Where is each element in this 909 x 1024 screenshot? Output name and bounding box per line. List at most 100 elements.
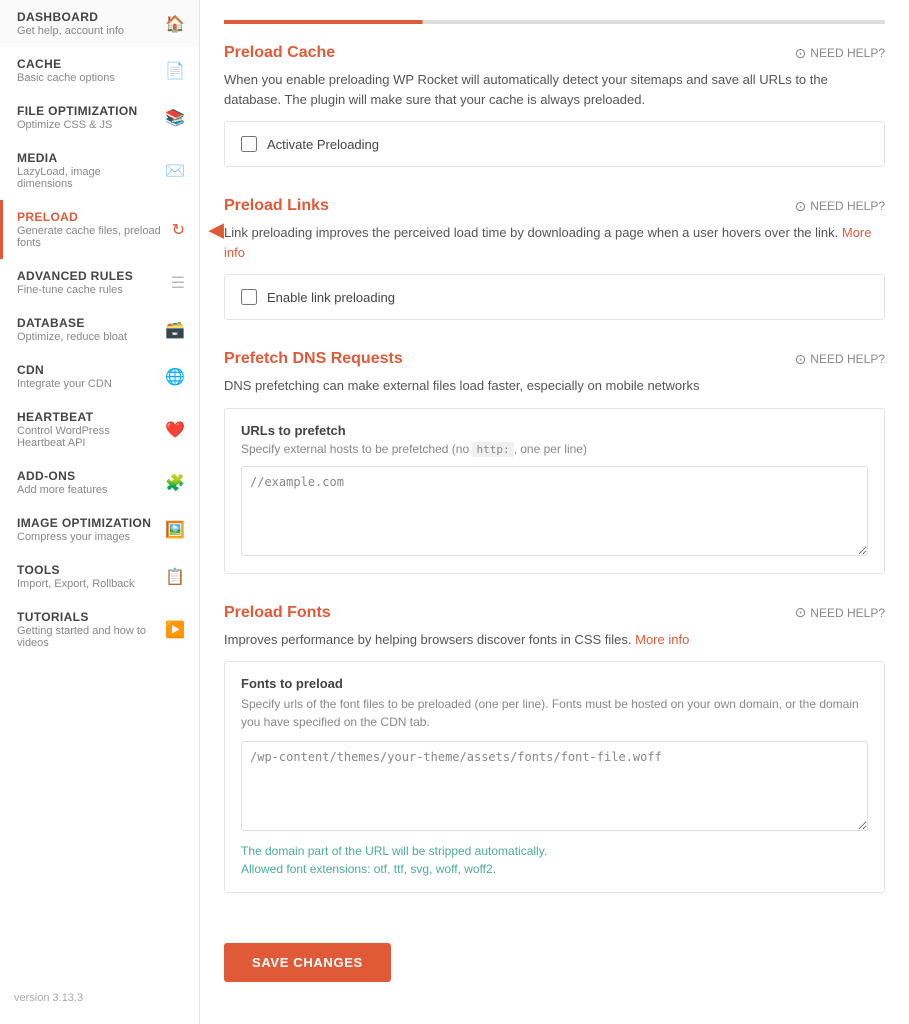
fonts-title: Fonts to preload xyxy=(241,676,868,691)
sidebar-item-advanced-rules[interactable]: ADVANCED RULES Fine-tune cache rules ☰ xyxy=(0,259,199,306)
sidebar-item-database[interactable]: DATABASE Optimize, reduce bloat 🗃️ xyxy=(0,306,199,353)
sidebar-item-cache[interactable]: CACHE Basic cache options 📄 xyxy=(0,47,199,94)
section-title-prefetch-dns: Prefetch DNS Requests xyxy=(224,350,403,368)
sidebar-item-title-file-optimization: FILE OPTIMIZATION xyxy=(17,104,159,118)
sidebar-item-text-tools: TOOLS Import, Export, Rollback xyxy=(17,563,159,590)
sidebar-item-sub-file-optimization: Optimize CSS & JS xyxy=(17,119,159,131)
section-preload-cache: Preload Cache ⊙ NEED HELP? When you enab… xyxy=(224,44,885,167)
sidebar-item-text-cache: CACHE Basic cache options xyxy=(17,57,159,84)
sidebar-item-tools[interactable]: TOOLS Import, Export, Rollback 📋 xyxy=(0,553,199,600)
prefetch-box: URLs to prefetch Specify external hosts … xyxy=(224,408,885,574)
sidebar-item-title-cache: CACHE xyxy=(17,57,159,71)
urls-sub: Specify external hosts to be prefetched … xyxy=(241,442,868,456)
section-prefetch-dns: Prefetch DNS Requests ⊙ NEED HELP? DNS p… xyxy=(224,350,885,574)
sidebar-item-sub-preload: Generate cache files, preload fonts xyxy=(17,225,168,249)
fonts-textarea[interactable]: /wp-content/themes/your-theme/assets/fon… xyxy=(241,741,868,831)
sidebar-icon-tutorials: ▶️ xyxy=(165,620,185,640)
sidebar-item-title-database: DATABASE xyxy=(17,316,159,330)
sidebar-item-sub-add-ons: Add more features xyxy=(17,484,159,496)
http-code: http: xyxy=(472,442,513,457)
checkbox-text-preload-links: Enable link preloading xyxy=(267,290,395,305)
section-title-preload-links: Preload Links xyxy=(224,197,329,215)
section-header-preload-links: Preload Links ⊙ NEED HELP? xyxy=(224,197,885,215)
section-title-preload-fonts: Preload Fonts xyxy=(224,604,331,622)
sidebar-version: version 3.13.3 xyxy=(0,982,199,1014)
section-header-preload-cache: Preload Cache ⊙ NEED HELP? xyxy=(224,44,885,62)
sidebar-item-sub-media: LazyLoad, image dimensions xyxy=(17,166,159,190)
sidebar-icon-cache: 📄 xyxy=(165,61,185,81)
sidebar-item-text-image-optimization: IMAGE OPTIMIZATION Compress your images xyxy=(17,516,159,543)
checkbox-text-preload-cache: Activate Preloading xyxy=(267,137,379,152)
sidebar-item-sub-advanced-rules: Fine-tune cache rules xyxy=(17,284,165,296)
section-title-preload-cache: Preload Cache xyxy=(224,44,335,62)
section-desc-prefetch-dns: DNS prefetching can make external files … xyxy=(224,376,885,396)
sidebar-item-tutorials[interactable]: TUTORIALS Getting started and how to vid… xyxy=(0,600,199,659)
need-help-label-preload-links: NEED HELP? xyxy=(810,199,885,213)
sidebar-item-text-tutorials: TUTORIALS Getting started and how to vid… xyxy=(17,610,159,649)
sidebar-item-cdn[interactable]: CDN Integrate your CDN 🌐 xyxy=(0,353,199,400)
need-help-prefetch-dns[interactable]: ⊙ NEED HELP? xyxy=(795,351,885,368)
sidebar-icon-cdn: 🌐 xyxy=(165,367,185,387)
sidebar-item-text-heartbeat: HEARTBEAT Control WordPress Heartbeat AP… xyxy=(17,410,159,449)
top-accent xyxy=(224,20,885,24)
need-help-preload-fonts[interactable]: ⊙ NEED HELP? xyxy=(795,604,885,621)
sidebar-item-sub-dashboard: Get help, account info xyxy=(17,25,159,37)
sidebar-icon-image-optimization: 🖼️ xyxy=(165,520,185,540)
sidebar-item-sub-cache: Basic cache options xyxy=(17,72,159,84)
sidebar-icon-dashboard: 🏠 xyxy=(165,14,185,34)
fonts-sub: Specify urls of the font files to be pre… xyxy=(241,695,868,731)
sidebar-item-title-media: MEDIA xyxy=(17,151,159,165)
sidebar-icon-tools: 📋 xyxy=(165,567,185,587)
checkbox-preload-links[interactable] xyxy=(241,289,257,305)
option-box-preload-links: Enable link preloading xyxy=(224,274,885,320)
need-help-preload-links[interactable]: ⊙ NEED HELP? xyxy=(795,198,885,215)
main-content: Preload Cache ⊙ NEED HELP? When you enab… xyxy=(200,0,909,1024)
help-icon-preload-cache: ⊙ xyxy=(795,45,807,62)
sidebar-item-dashboard[interactable]: DASHBOARD Get help, account info 🏠 xyxy=(0,0,199,47)
checkbox-label-preload-cache[interactable]: Activate Preloading xyxy=(241,136,868,152)
sidebar-item-title-heartbeat: HEARTBEAT xyxy=(17,410,159,424)
prefetch-textarea[interactable]: //example.com xyxy=(241,466,868,556)
sidebar-item-text-media: MEDIA LazyLoad, image dimensions xyxy=(17,151,159,190)
more-info-link-preload-links[interactable]: More info xyxy=(224,225,872,260)
checkbox-label-preload-links[interactable]: Enable link preloading xyxy=(241,289,868,305)
sidebar-item-text-preload: PRELOAD Generate cache files, preload fo… xyxy=(17,210,168,249)
sidebar: DASHBOARD Get help, account info 🏠 CACHE… xyxy=(0,0,200,1024)
sidebar-item-text-file-optimization: FILE OPTIMIZATION Optimize CSS & JS xyxy=(17,104,159,131)
sidebar-icon-add-ons: 🧩 xyxy=(165,473,185,493)
sidebar-item-add-ons[interactable]: ADD-ONS Add more features 🧩 xyxy=(0,459,199,506)
sidebar-item-sub-cdn: Integrate your CDN xyxy=(17,378,159,390)
refresh-icon: ↻ xyxy=(172,220,185,240)
help-icon-preload-fonts: ⊙ xyxy=(795,604,807,621)
sidebar-item-title-cdn: CDN xyxy=(17,363,159,377)
sidebar-item-heartbeat[interactable]: HEARTBEAT Control WordPress Heartbeat AP… xyxy=(0,400,199,459)
sidebar-item-image-optimization[interactable]: IMAGE OPTIMIZATION Compress your images … xyxy=(0,506,199,553)
need-help-preload-cache[interactable]: ⊙ NEED HELP? xyxy=(795,45,885,62)
section-header-prefetch-dns: Prefetch DNS Requests ⊙ NEED HELP? xyxy=(224,350,885,368)
save-changes-button[interactable]: SAVE CHANGES xyxy=(224,943,391,982)
sidebar-item-preload[interactable]: PRELOAD Generate cache files, preload fo… xyxy=(0,200,199,259)
sidebar-item-title-tutorials: TUTORIALS xyxy=(17,610,159,624)
sidebar-item-sub-database: Optimize, reduce bloat xyxy=(17,331,159,343)
sidebar-icon-media: ✉️ xyxy=(165,161,185,181)
sidebar-item-text-dashboard: DASHBOARD Get help, account info xyxy=(17,10,159,37)
sidebar-item-text-cdn: CDN Integrate your CDN xyxy=(17,363,159,390)
sidebar-item-title-preload: PRELOAD xyxy=(17,210,168,224)
sidebar-icon-advanced-rules: ☰ xyxy=(171,273,185,293)
need-help-label-prefetch-dns: NEED HELP? xyxy=(810,352,885,366)
sidebar-item-media[interactable]: MEDIA LazyLoad, image dimensions ✉️ xyxy=(0,141,199,200)
need-help-label-preload-cache: NEED HELP? xyxy=(810,46,885,60)
sidebar-item-sub-image-optimization: Compress your images xyxy=(17,531,159,543)
section-desc-preload-fonts: Improves performance by helping browsers… xyxy=(224,630,885,650)
section-preload-fonts: Preload Fonts ⊙ NEED HELP? Improves perf… xyxy=(224,604,885,894)
option-box-preload-cache: Activate Preloading xyxy=(224,121,885,167)
sidebar-item-text-add-ons: ADD-ONS Add more features xyxy=(17,469,159,496)
sidebar-item-title-add-ons: ADD-ONS xyxy=(17,469,159,483)
sidebar-icon-heartbeat: ❤️ xyxy=(165,420,185,440)
help-icon-preload-links: ⊙ xyxy=(795,198,807,215)
sidebar-item-title-image-optimization: IMAGE OPTIMIZATION xyxy=(17,516,159,530)
more-info-link-preload-fonts[interactable]: More info xyxy=(635,632,689,647)
help-icon-prefetch-dns: ⊙ xyxy=(795,351,807,368)
sidebar-item-file-optimization[interactable]: FILE OPTIMIZATION Optimize CSS & JS 📚 xyxy=(0,94,199,141)
checkbox-preload-cache[interactable] xyxy=(241,136,257,152)
